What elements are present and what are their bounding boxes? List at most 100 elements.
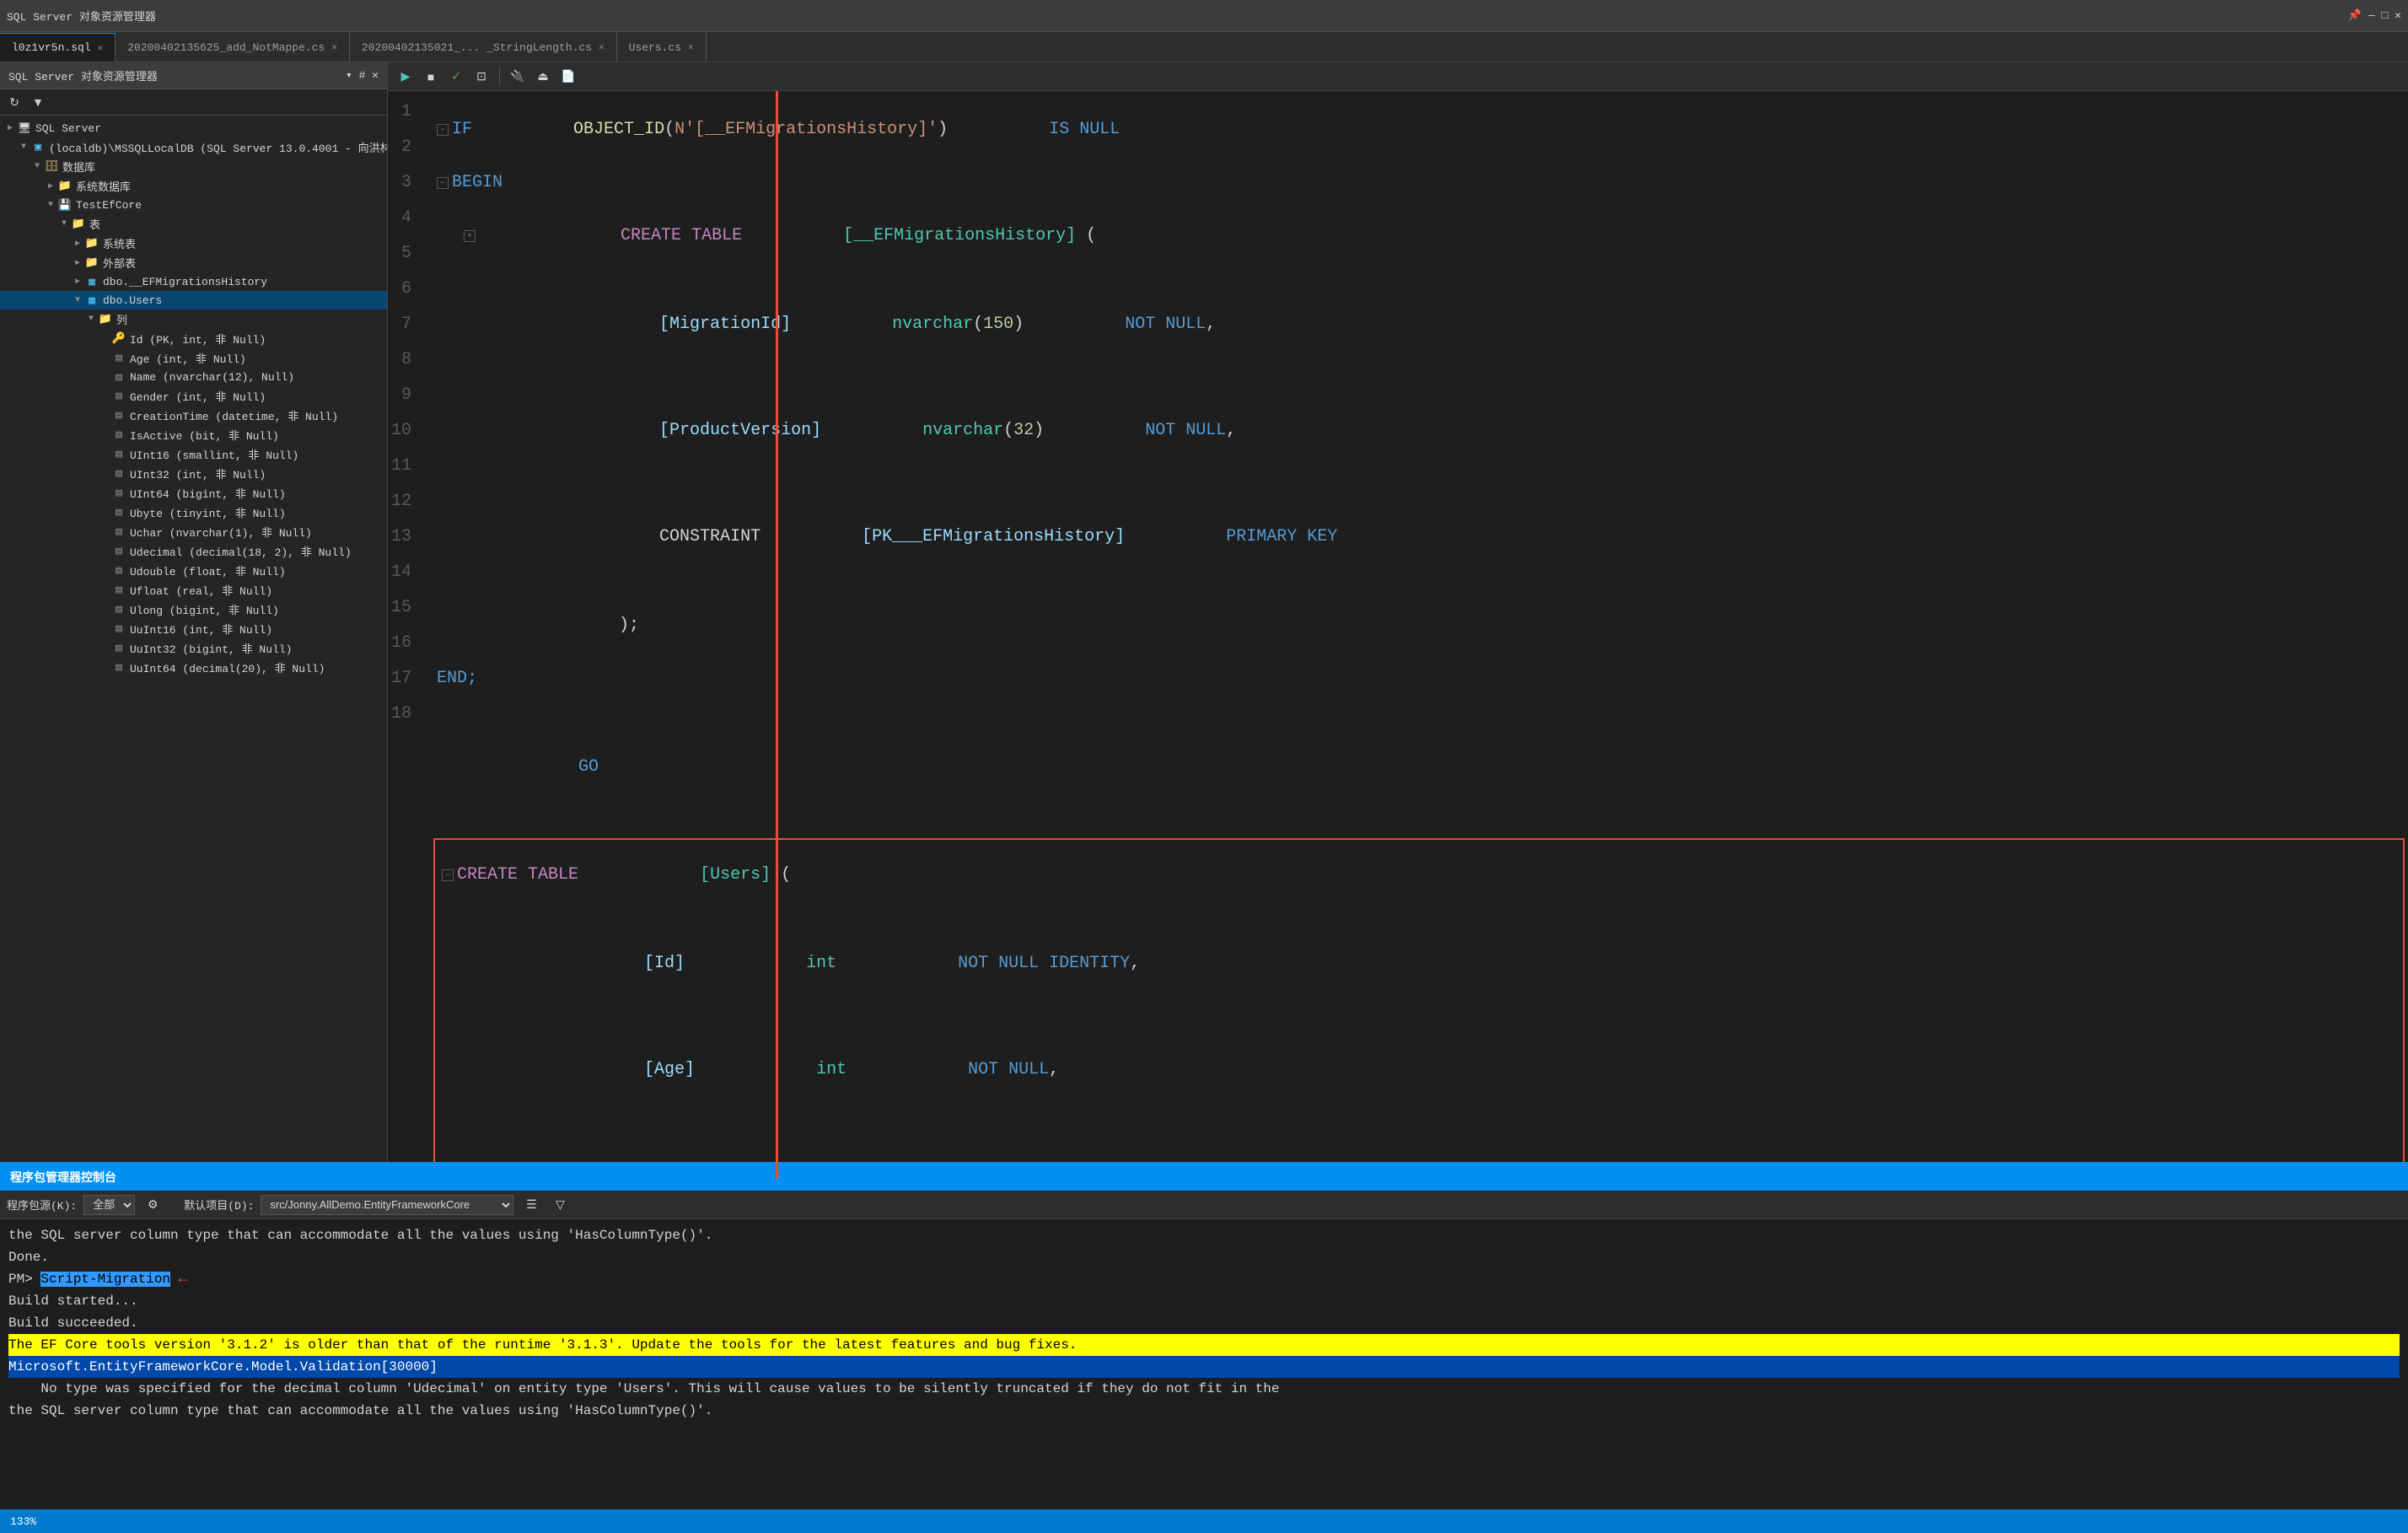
- tree-item-col-ubyte[interactable]: ▤ Ubyte (tinyint, 非 Null): [0, 503, 387, 522]
- tree-item-col-isactive[interactable]: ▤ IsActive (bit, 非 Null): [0, 425, 387, 444]
- server-icon: 🖥: [17, 121, 32, 136]
- database-folder-icon: 🗄: [44, 159, 59, 175]
- tab-stringlength[interactable]: 20200402135021_... _StringLength.cs ✕: [350, 33, 617, 62]
- tree-label-col-udecimal: Udecimal (decimal(18, 2), 非 Null): [130, 543, 352, 559]
- tree-item-col-id[interactable]: 🔑 Id (PK, int, 非 Null): [0, 329, 387, 348]
- tree-label-col-uchar: Uchar (nvarchar(1), 非 Null): [130, 524, 312, 540]
- filter-button[interactable]: ▼: [29, 93, 47, 111]
- tree-item-col-time[interactable]: ▤ CreationTime (datetime, 非 Null): [0, 406, 387, 425]
- tree-item-testdb[interactable]: ▼ 💾 TestEfCore: [0, 196, 387, 214]
- tree-item-sysdb[interactable]: ▶ 📁 系统数据库: [0, 176, 387, 196]
- users-table-icon: ▦: [84, 293, 99, 308]
- disconnect-button[interactable]: ⏏: [532, 66, 554, 88]
- tree-item-col-uuint32[interactable]: ▤ UuInt32 (bigint, 非 Null): [0, 638, 387, 658]
- server-instance-icon: ▣: [30, 140, 46, 155]
- list-button[interactable]: ☰: [520, 1194, 542, 1216]
- source-select[interactable]: 全部: [83, 1195, 135, 1215]
- tree-label-ef-history: dbo.__EFMigrationsHistory: [103, 276, 267, 288]
- tree-item-col-uchar[interactable]: ▤ Uchar (nvarchar(1), 非 Null): [0, 522, 387, 541]
- tab-migration[interactable]: 20200402135625_add_NotMappe.cs ✕: [116, 33, 350, 62]
- col-pk-icon: 🔑: [111, 331, 126, 347]
- tree-item-col-udouble[interactable]: ▤ Udouble (float, 非 Null): [0, 561, 387, 580]
- window-controls[interactable]: — □ ✕: [2368, 9, 2401, 22]
- tab-users[interactable]: Users.cs ✕: [617, 33, 707, 62]
- divider: [499, 68, 500, 85]
- tree-item-col-gender[interactable]: ▤ Gender (int, 非 Null): [0, 386, 387, 406]
- tree-item-col-uint64[interactable]: ▤ UInt64 (bigint, 非 Null): [0, 483, 387, 503]
- tree-label-sqlserver: SQL Server: [35, 122, 101, 135]
- tree-item-exttable[interactable]: ▶ 📁 外部表: [0, 253, 387, 272]
- tree-item-col-uint32[interactable]: ▤ UInt32 (int, 非 Null): [0, 464, 387, 483]
- tab-users-close[interactable]: ✕: [688, 41, 694, 53]
- tree-item-col-age[interactable]: ▤ Age (int, 非 Null): [0, 348, 387, 368]
- code-line-12: − CREATE TABLE [Users] (: [435, 840, 2403, 911]
- title-bar-text: SQL Server 对象资源管理器: [7, 8, 156, 24]
- tree-label-users: dbo.Users: [103, 294, 162, 307]
- tree-item-col-udecimal[interactable]: ▤ Udecimal (decimal(18, 2), 非 Null): [0, 541, 387, 561]
- tree-item-col-uuint16[interactable]: ▤ UuInt16 (int, 非 Null): [0, 619, 387, 638]
- code-line-5: [ProductVersion] nvarchar(32) NOT NULL,: [430, 378, 2408, 484]
- tree-item-col-uint16[interactable]: ▤ UInt16 (smallint, 非 Null): [0, 444, 387, 464]
- panel-title: SQL Server 对象资源管理器: [8, 67, 158, 83]
- tree-item-localdb[interactable]: ▼ ▣ (localdb)\MSSQLLocalDB (SQL Server 1…: [0, 137, 387, 157]
- run-button[interactable]: ▶: [395, 66, 417, 88]
- expand-icon: ▼: [84, 313, 98, 326]
- tree-item-ef-history[interactable]: ▶ ▦ dbo.__EFMigrationsHistory: [0, 272, 387, 291]
- col-icon: ▤: [111, 621, 126, 637]
- refresh-button[interactable]: ↻: [5, 93, 24, 111]
- console-line-cmd: PM> Script-Migration ←: [8, 1268, 2400, 1290]
- tree-item-col-name[interactable]: ▤ Name (nvarchar(12), Null): [0, 368, 387, 386]
- tab-stringlength-close[interactable]: ✕: [599, 41, 605, 53]
- tree-label-col-isactive: IsActive (bit, 非 Null): [130, 427, 279, 443]
- expand-icon: ▼: [71, 293, 84, 307]
- tree-item-sqlserver[interactable]: ▶ 🖥 SQL Server: [0, 119, 387, 137]
- new-query-button[interactable]: 📄: [557, 66, 579, 88]
- fold-3[interactable]: +: [464, 230, 476, 242]
- console-line-sql-end: the SQL server column type that can acco…: [8, 1400, 2400, 1422]
- filter-console-button[interactable]: ▽: [549, 1194, 571, 1216]
- tree-item-databases[interactable]: ▼ 🗄 数据库: [0, 157, 387, 176]
- fold-1[interactable]: −: [437, 124, 449, 136]
- tree-item-systable[interactable]: ▶ 📁 系统表: [0, 234, 387, 253]
- code-line-2: − BEGIN: [430, 165, 2408, 201]
- tree-label-sysdb: 系统数据库: [76, 178, 131, 194]
- code-line-1: − IF OBJECT_ID(N'[__EFMigrationsHistory]…: [430, 94, 2408, 165]
- expand-icon: ▶: [3, 121, 17, 135]
- tree-item-col-uuint64[interactable]: ▤ UuInt64 (decimal(20), 非 Null): [0, 658, 387, 677]
- tree-item-col-ulong[interactable]: ▤ Ulong (bigint, 非 Null): [0, 600, 387, 619]
- parse-button[interactable]: ⊡: [470, 66, 492, 88]
- tree-item-users[interactable]: ▼ ▦ dbo.Users: [0, 291, 387, 309]
- bottom-toolbar: 程序包源(K): 全部 ⚙ 默认项目(D): src/Jonny.AllDemo…: [0, 1191, 2408, 1219]
- code-line-6: CONSTRAINT [PK___EFMigrationsHistory] PR…: [430, 484, 2408, 590]
- expand-icon: ▶: [71, 237, 84, 250]
- tree-label-localdb: (localdb)\MSSQLLocalDB (SQL Server 13.0.…: [49, 139, 387, 155]
- tree-item-columns[interactable]: ▼ 📁 列: [0, 309, 387, 329]
- tree-label-databases: 数据库: [62, 159, 95, 175]
- console-line-1: the SQL server column type that can acco…: [8, 1224, 2400, 1246]
- fold-2[interactable]: −: [437, 177, 449, 189]
- tab-sql-close[interactable]: ✕: [98, 42, 104, 54]
- tree-label-col-name: Name (nvarchar(12), Null): [130, 371, 294, 384]
- table-folder-icon: 📁: [71, 217, 86, 232]
- default-project-select[interactable]: src/Jonny.AllDemo.EntityFrameworkCore: [261, 1195, 513, 1215]
- tree-label-col-gender: Gender (int, 非 Null): [130, 388, 266, 404]
- stop-button[interactable]: ■: [420, 66, 442, 88]
- tree-label-exttable: 外部表: [103, 255, 136, 271]
- tree-label-col-uint64: UInt64 (bigint, 非 Null): [130, 485, 286, 501]
- tree-label-col-time: CreationTime (datetime, 非 Null): [130, 407, 338, 423]
- check-button[interactable]: ✓: [445, 66, 467, 88]
- bottom-panel-header: 程序包管理器控制台: [0, 1164, 2408, 1191]
- tree-item-col-ufloat[interactable]: ▤ Ufloat (real, 非 Null): [0, 580, 387, 600]
- pin-icon[interactable]: 📌: [2348, 9, 2362, 22]
- fold-12[interactable]: −: [442, 869, 454, 881]
- expand-icon: ▶: [44, 180, 57, 193]
- connect-button[interactable]: 🔌: [507, 66, 529, 88]
- tab-migration-close[interactable]: ✕: [331, 41, 337, 53]
- tree-item-tables[interactable]: ▼ 📁 表: [0, 214, 387, 234]
- settings-button[interactable]: ⚙: [142, 1194, 164, 1216]
- console-output[interactable]: the SQL server column type that can acco…: [0, 1219, 2408, 1533]
- tree-label-col-udouble: Udouble (float, 非 Null): [130, 562, 286, 578]
- tree-label-columns: 列: [116, 311, 127, 327]
- default-project-label: 默认项目(D):: [184, 1197, 254, 1213]
- tab-sql[interactable]: l0z1vr5n.sql ✕: [0, 33, 116, 62]
